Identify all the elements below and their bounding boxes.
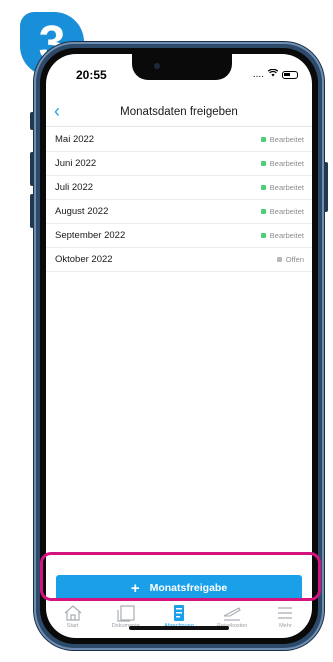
billing-icon [173,605,184,621]
status-time: 20:55 [76,68,107,82]
month-label: Juli 2022 [55,182,94,193]
documents-icon [117,605,135,622]
status-dot-icon [276,257,282,262]
status-label: Bearbeitet [269,159,304,168]
tab-start[interactable]: Start [48,604,98,629]
tab-bar: Start Dokumente Abrechnung [46,604,312,638]
month-row[interactable]: August 2022 Bearbeitet [46,200,312,224]
plus-icon: + [130,579,140,597]
menu-icon [278,607,293,619]
wifi-icon [267,68,279,80]
signal-icon: .... [252,69,264,80]
status-dot-icon [260,185,266,190]
status-label: Bearbeitet [269,231,304,240]
month-row[interactable]: Mai 2022 Bearbeitet [46,128,312,152]
phone-frame: 20:55 .... ‹ Monatsdaten freigeben Mai 2… [30,42,328,650]
month-row[interactable]: Oktober 2022 Offen [46,248,312,272]
monatsfreigabe-button[interactable]: + Monatsfreigabe [56,575,302,601]
month-label: September 2022 [55,230,126,241]
status-label: Bearbeitet [269,135,304,144]
status-dot-icon [260,161,266,166]
month-list: Mai 2022 Bearbeitet Juni 2022 Bearbeitet… [46,128,312,272]
tab-mehr[interactable]: Mehr [260,604,310,629]
camera-icon [154,63,160,69]
status-badge: Bearbeitet [260,207,304,216]
page-title: Monatsdaten freigeben [120,106,238,118]
travel-icon [223,607,241,621]
phone-screen: 20:55 .... ‹ Monatsdaten freigeben Mai 2… [46,54,312,638]
month-label: August 2022 [55,206,109,217]
status-badge: Bearbeitet [260,231,304,240]
month-row[interactable]: Juni 2022 Bearbeitet [46,152,312,176]
battery-icon [282,70,298,79]
tab-label: Mehr [279,623,292,629]
status-badge: Bearbeitet [260,159,304,168]
status-label: Offen [285,255,304,264]
notch [132,54,232,80]
month-label: Oktober 2022 [55,254,113,265]
tab-label: Start [66,623,79,629]
volume-up-button [30,152,34,186]
mute-switch [30,112,34,130]
status-label: Bearbeitet [269,207,304,216]
nav-bar: ‹ Monatsdaten freigeben [46,101,312,127]
month-row[interactable]: September 2022 Bearbeitet [46,224,312,248]
status-icons: .... [252,68,298,80]
home-indicator [129,626,229,630]
volume-down-button [30,194,34,228]
status-badge: Bearbeitet [260,183,304,192]
status-badge: Offen [276,255,304,264]
status-dot-icon [260,233,266,238]
month-label: Juni 2022 [55,158,97,169]
status-dot-icon [260,137,266,142]
monatsfreigabe-label: Monatsfreigabe [149,582,228,594]
home-icon [64,605,81,621]
month-label: Mai 2022 [55,134,95,145]
status-badge: Bearbeitet [260,135,304,144]
status-label: Bearbeitet [269,183,304,192]
month-row[interactable]: Juli 2022 Bearbeitet [46,176,312,200]
status-dot-icon [260,209,266,214]
power-button [324,162,328,212]
